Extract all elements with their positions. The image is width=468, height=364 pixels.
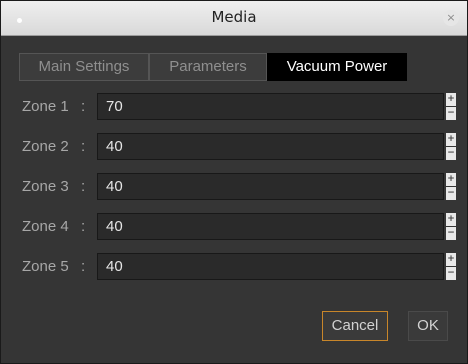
increment-icon[interactable]: + [446,253,456,266]
zone-separator: : [81,218,86,235]
zone-row-2: Zone 2 : 40 + − [1,133,468,161]
zone-row-1: Zone 1 : 70 + − [1,93,468,121]
zone-3-input[interactable]: 40 [97,173,444,200]
zone-1-spinner: + − [446,93,456,120]
tab-vacuum-power[interactable]: Vacuum Power [267,53,407,81]
zone-label: Zone 5 [22,258,69,275]
zone-label: Zone 2 [22,138,69,155]
zone-row-3: Zone 3 : 40 + − [1,173,468,201]
zone-4-input[interactable]: 40 [97,213,444,240]
zone-label: Zone 1 [22,98,69,115]
increment-icon[interactable]: + [446,93,456,106]
close-icon[interactable]: × [443,10,459,26]
zone-separator: : [81,98,86,115]
zone-separator: : [81,258,86,275]
zone-2-spinner: + − [446,133,456,160]
decrement-icon[interactable]: − [446,227,456,240]
zone-5-spinner: + − [446,253,456,280]
zone-3-spinner: + − [446,173,456,200]
tab-parameters[interactable]: Parameters [149,53,267,81]
zone-label: Zone 4 [22,218,69,235]
decrement-icon[interactable]: − [446,107,456,120]
increment-icon[interactable]: + [446,213,456,226]
zone-4-spinner: + − [446,213,456,240]
title-bar[interactable]: Media × [1,1,467,36]
media-dialog: Media × Main Settings Parameters Vacuum … [0,0,468,364]
increment-icon[interactable]: + [446,133,456,146]
zone-row-4: Zone 4 : 40 + − [1,213,468,241]
cancel-button[interactable]: Cancel [322,311,388,341]
zone-row-5: Zone 5 : 40 + − [1,253,468,281]
zone-separator: : [81,138,86,155]
zone-5-input[interactable]: 40 [97,253,444,280]
tab-main-settings[interactable]: Main Settings [19,53,149,81]
ok-button[interactable]: OK [408,311,448,341]
increment-icon[interactable]: + [446,173,456,186]
decrement-icon[interactable]: − [446,267,456,280]
decrement-icon[interactable]: − [446,147,456,160]
zone-2-input[interactable]: 40 [97,133,444,160]
decrement-icon[interactable]: − [446,187,456,200]
zone-1-input[interactable]: 70 [97,93,444,120]
zone-separator: : [81,178,86,195]
zone-label: Zone 3 [22,178,69,195]
window-title: Media [211,8,257,26]
